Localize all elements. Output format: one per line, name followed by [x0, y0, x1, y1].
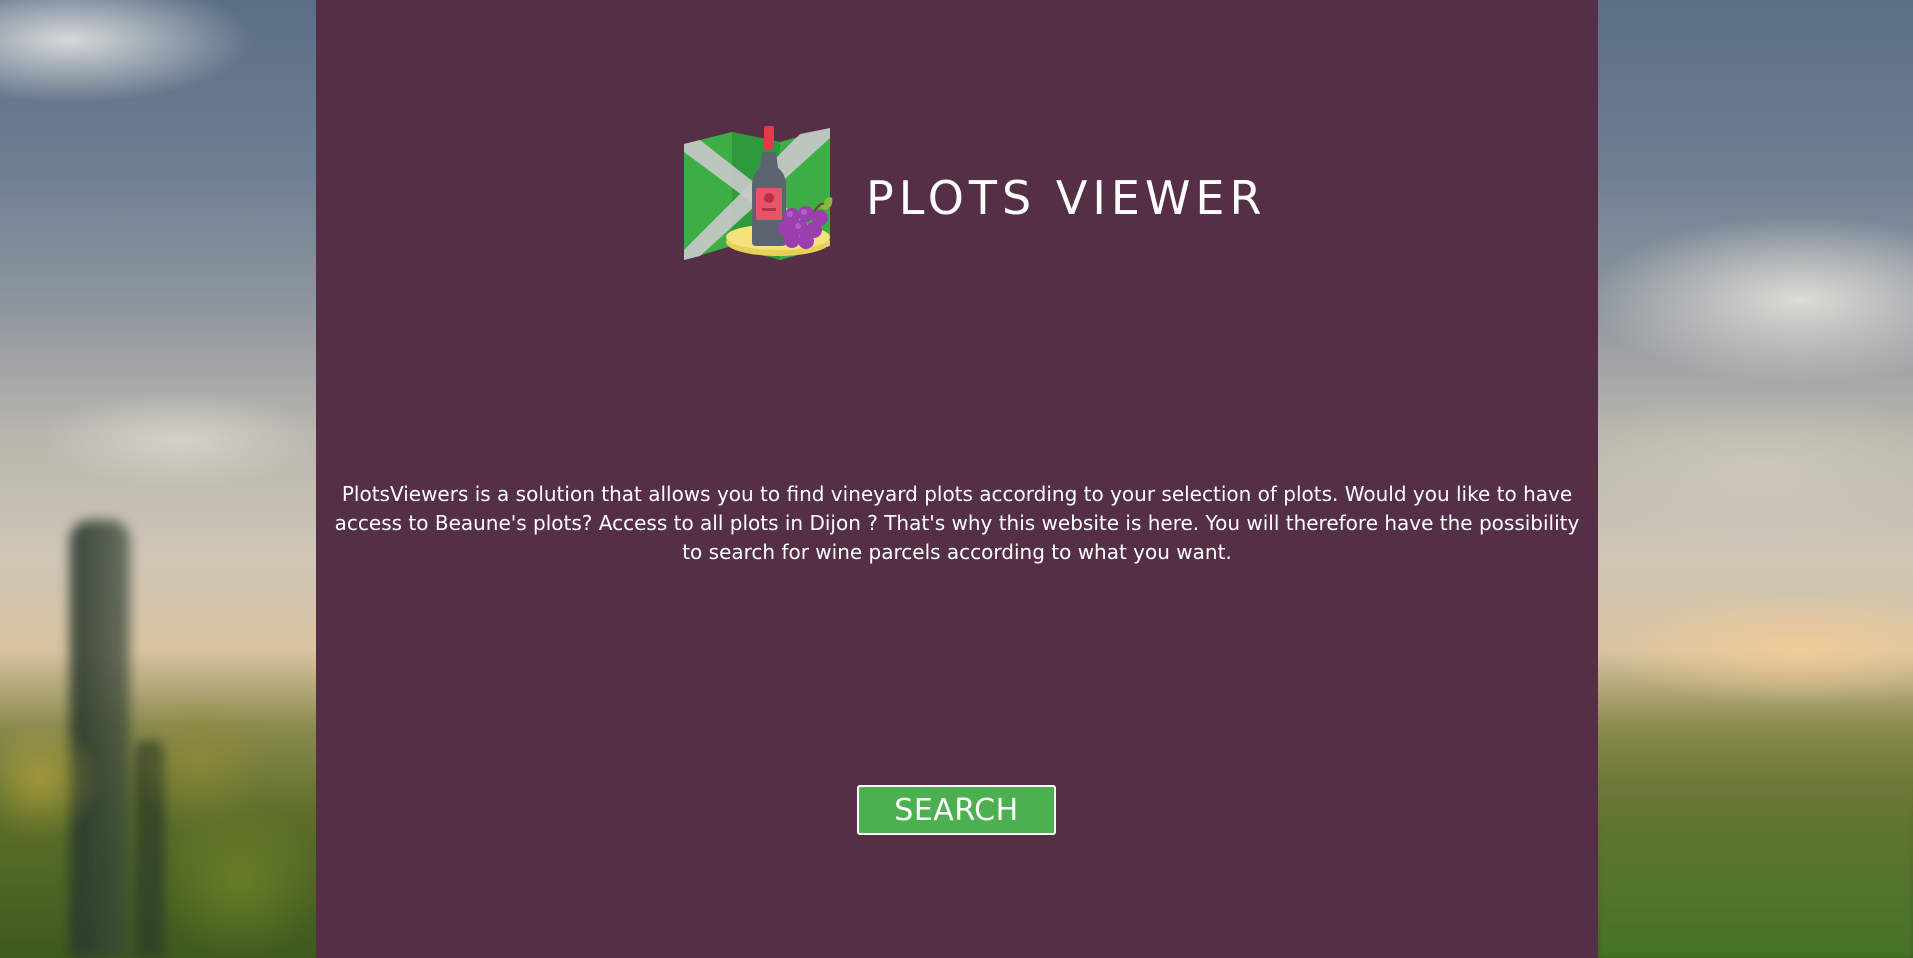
search-button[interactable]: SEARCH	[857, 785, 1056, 835]
vineyard-map-wine-grapes-icon	[684, 126, 833, 260]
intro-description: PlotsViewers is a solution that allows y…	[334, 482, 1580, 564]
app-header: PLOTS VIEWER	[680, 124, 1266, 272]
background-foliage	[0, 700, 316, 958]
app-title: PLOTS VIEWER	[866, 171, 1267, 225]
background-field	[1598, 780, 1913, 958]
